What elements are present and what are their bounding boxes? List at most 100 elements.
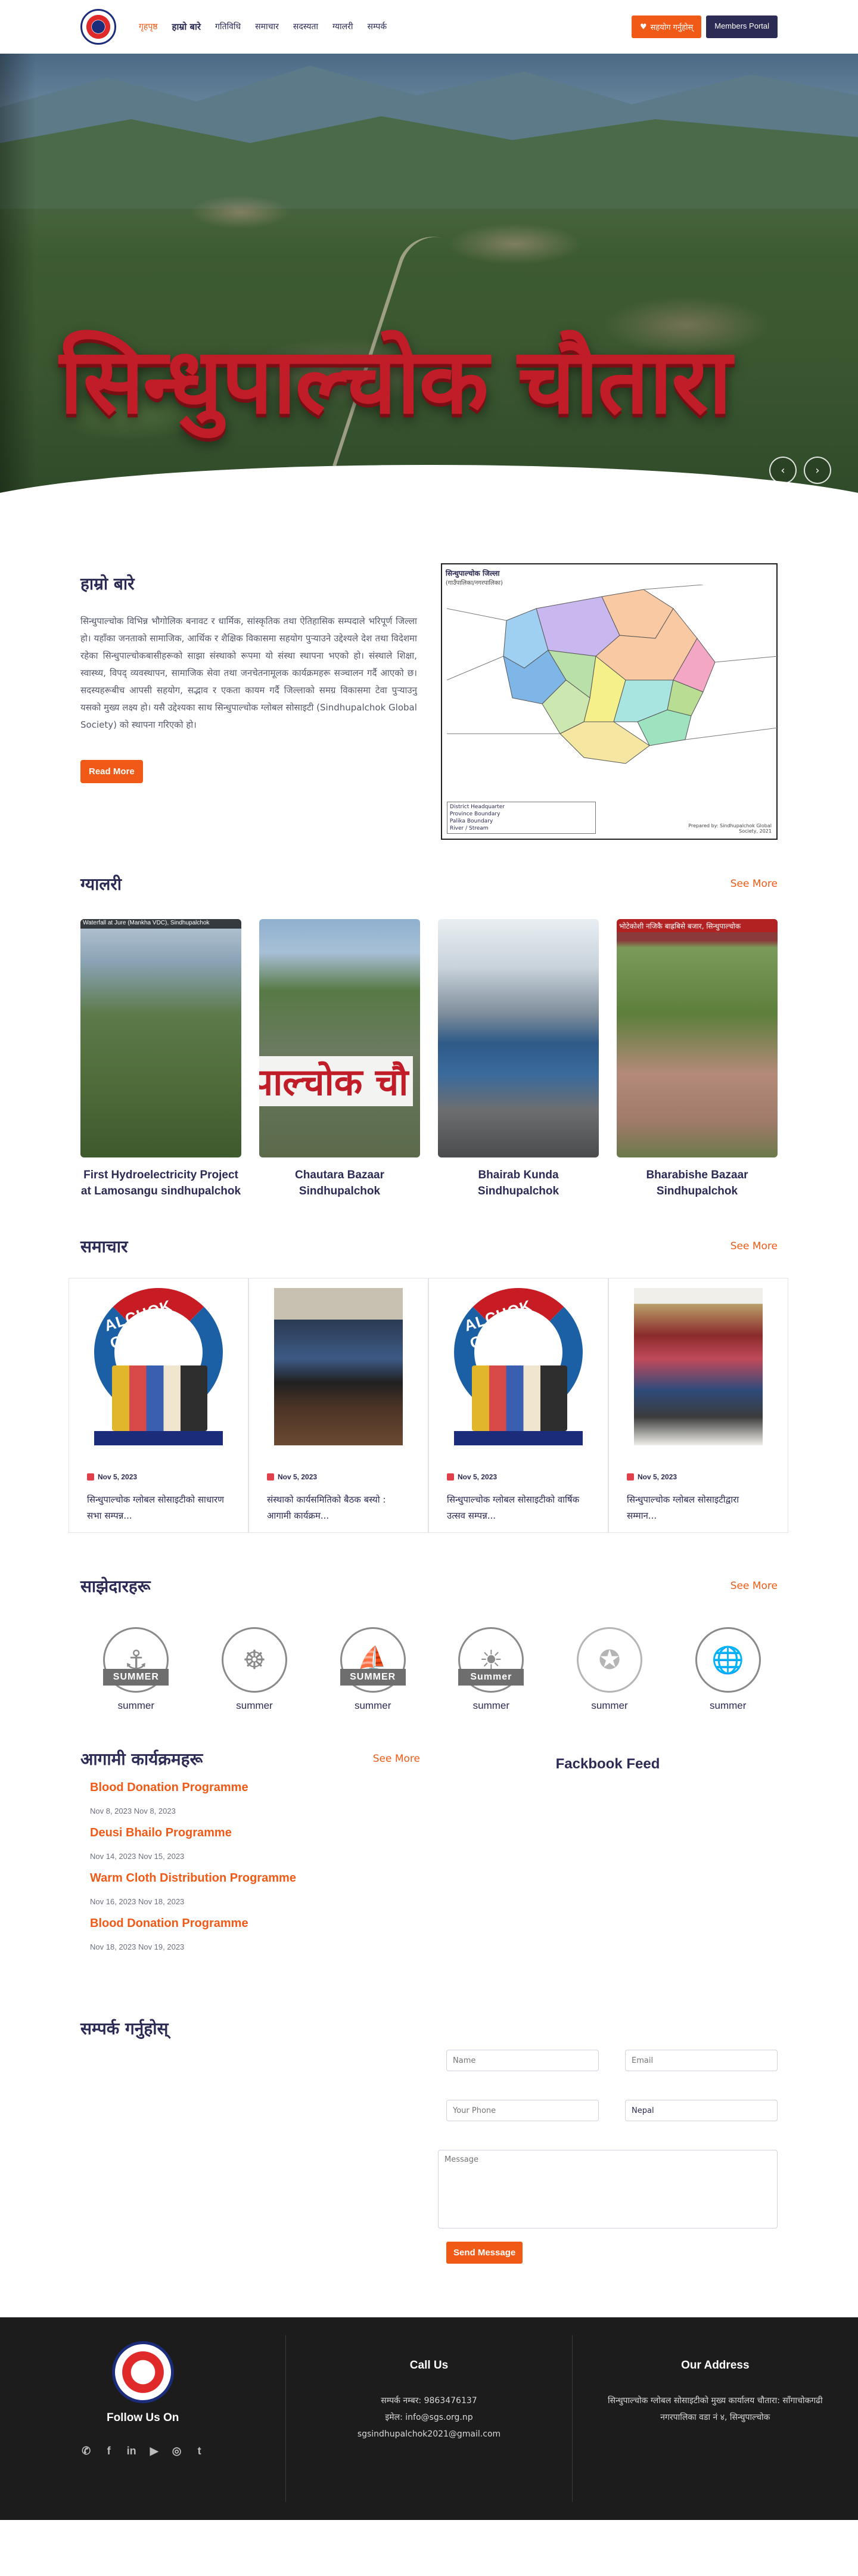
globe-logo-icon[interactable]: 🌐	[689, 1621, 767, 1699]
gallery-image[interactable]: पाल्चोक चौ	[259, 919, 420, 1157]
youtube-icon[interactable]: ▶	[146, 2442, 163, 2459]
partner-item[interactable]: ⛵ SUMMER summer	[323, 1621, 422, 1712]
nav-home[interactable]: गृहपृष्ठ	[139, 21, 158, 33]
event-title[interactable]: Blood Donation Programme	[90, 1781, 438, 1795]
nav-membership[interactable]: सदस्यता	[293, 21, 318, 33]
footer-logo[interactable]	[111, 2341, 174, 2403]
read-more-button[interactable]: Read More	[80, 760, 143, 783]
event-title[interactable]: Deusi Bhailo Programme	[90, 1826, 438, 1840]
event-item[interactable]: Blood Donation Programme Nov 18, 2023 No…	[80, 1917, 438, 1951]
phone-input[interactable]	[446, 2100, 599, 2121]
phone-field-wrap	[446, 2100, 599, 2121]
logo-ribbon: SUMMER	[103, 1669, 169, 1686]
news-header: समाचार See More	[80, 1235, 778, 1258]
nav-about[interactable]: हाम्रो बारे	[172, 21, 201, 33]
news-headline[interactable]: सिन्धुपाल्चोक ग्लोबल सोसाइटीको वार्षिक उ…	[447, 1492, 590, 1524]
gallery-section: ग्यालरी See More Waterfall at Jure (Mank…	[80, 873, 778, 1199]
news-card[interactable]: Nov 5, 2023 सिन्धुपाल्चोक ग्लोबल सोसाइटी…	[608, 1278, 788, 1533]
ship-wheel-logo-icon[interactable]: ☸	[216, 1621, 293, 1699]
image-caption-strip: भोटेकोशी नजिकै बाह्रबिसे बजार, सिन्धुपाल…	[617, 919, 778, 932]
hero-slider: सिन्धुपाल्चोक चौतारा ‹ ›	[0, 54, 858, 507]
site-logo[interactable]	[80, 9, 116, 45]
twitter-icon[interactable]: t	[191, 2442, 208, 2459]
seal-logo-icon[interactable]: ✪	[571, 1621, 648, 1699]
nav-contact[interactable]: सम्पर्क	[368, 21, 387, 33]
partner-label: summer	[591, 1700, 628, 1711]
legend-item: River / Stream	[449, 825, 489, 831]
members-portal-button[interactable]: Members Portal	[706, 15, 778, 38]
map-drawing	[446, 585, 778, 764]
send-message-button[interactable]: Send Message	[446, 2242, 523, 2264]
phone-icon[interactable]: ✆	[78, 2442, 95, 2459]
message-textarea[interactable]	[438, 2150, 778, 2229]
linkedin-icon[interactable]: in	[123, 2442, 140, 2459]
event-title[interactable]: Blood Donation Programme	[90, 1917, 438, 1931]
email-input[interactable]	[625, 2050, 778, 2071]
sun-logo-icon[interactable]: ☀ Summer	[452, 1621, 530, 1699]
logo-circle: ✪	[577, 1627, 643, 1693]
gallery-image[interactable]: भोटेकोशी नजिकै बाह्रबिसे बजार, सिन्धुपाल…	[617, 919, 778, 1157]
gallery-grid: Waterfall at Jure (Mankha VDC), Sindhupa…	[80, 919, 778, 1199]
news-headline[interactable]: सिन्धुपाल्चोक ग्लोबल सोसाइटीद्वारा सम्मा…	[627, 1492, 770, 1524]
news-card[interactable]: ALCHOK GLOBAL Nov 5, 2023 सिन्धुपाल्चोक …	[69, 1278, 248, 1533]
facebook-icon[interactable]: f	[101, 2442, 117, 2459]
map-title: सिन्धुपाल्चोक जिल्ला	[445, 569, 500, 578]
gallery-see-more-link[interactable]: See More	[730, 878, 778, 890]
news-headline[interactable]: सिन्धुपाल्चोक ग्लोबल सोसाइटीको साधारण सभ…	[87, 1492, 230, 1524]
social-links: ✆ f in ▶ ◎ t	[0, 2442, 285, 2459]
gallery-item[interactable]: Bhairab Kunda Sindhupalchok	[438, 919, 599, 1199]
donate-button[interactable]: ♥ सहयोग गर्नुहोस्	[631, 15, 702, 38]
footer-call: Call Us सम्पर्क नम्बर: 9863476137 इमेल: …	[286, 2335, 573, 2502]
calendar-icon	[267, 1473, 274, 1481]
nav-gallery[interactable]: ग्यालरी	[332, 21, 353, 33]
partner-item[interactable]: ☀ Summer summer	[442, 1621, 541, 1712]
partner-item[interactable]: ✪ summer	[560, 1621, 660, 1712]
prev-arrow-icon[interactable]: ‹	[769, 457, 797, 484]
gallery-title: ग्यालरी	[80, 874, 122, 894]
country-input[interactable]	[625, 2100, 778, 2121]
news-image[interactable]: ALCHOK GLOBAL	[454, 1288, 583, 1445]
gallery-item[interactable]: पाल्चोक चौ Chautara Bazaar Sindhupalchok	[259, 919, 420, 1199]
name-input[interactable]	[446, 2050, 599, 2071]
partner-item[interactable]: ☸ summer	[205, 1621, 304, 1712]
banner-bar	[454, 1431, 583, 1445]
contact-form: Send Message	[438, 2017, 778, 2264]
call-line[interactable]: sgsindhupalchok2021@gmail.com	[286, 2426, 571, 2442]
partner-label: summer	[236, 1700, 273, 1711]
partner-item[interactable]: ⚓ SUMMER summer	[86, 1621, 186, 1712]
news-card[interactable]: Nov 5, 2023 संस्थाको कार्यसमितिको बैठक ब…	[248, 1278, 428, 1533]
next-arrow-icon[interactable]: ›	[804, 457, 831, 484]
events-see-more-link[interactable]: See More	[373, 1753, 420, 1765]
instagram-icon[interactable]: ◎	[169, 2442, 185, 2459]
gallery-image[interactable]: Waterfall at Jure (Mankha VDC), Sindhupa…	[80, 919, 241, 1157]
partners-see-more-link[interactable]: See More	[730, 1580, 778, 1592]
news-see-more-link[interactable]: See More	[730, 1240, 778, 1252]
news-card[interactable]: ALCHOK GLOBAL Nov 5, 2023 सिन्धुपाल्चोक …	[428, 1278, 608, 1533]
contact-section: सम्पर्क गर्नुहोस् Send Message	[80, 2017, 778, 2264]
nav-activities[interactable]: गतिविधि	[215, 21, 241, 33]
event-title[interactable]: Warm Cloth Distribution Programme	[90, 1872, 438, 1885]
event-item[interactable]: Deusi Bhailo Programme Nov 14, 2023 Nov …	[80, 1826, 438, 1861]
address-line: नगरपालिका वडा नं ४, सिन्धुपाल्चोक	[660, 2413, 770, 2422]
gallery-item[interactable]: भोटेकोशी नजिकै बाह्रबिसे बजार, सिन्धुपाल…	[617, 919, 778, 1199]
news-image[interactable]	[634, 1288, 763, 1445]
banner-bar	[94, 1431, 223, 1445]
sailboat-logo-icon[interactable]: ⛵ SUMMER	[334, 1621, 412, 1699]
call-line[interactable]: इमेल: info@sgs.org.np	[286, 2409, 571, 2426]
main-nav: गृहपृष्ठ हाम्रो बारे गतिविधि समाचार सदस्…	[139, 21, 387, 33]
calendar-icon	[87, 1473, 94, 1481]
gallery-item[interactable]: Waterfall at Jure (Mankha VDC), Sindhupa…	[80, 919, 241, 1199]
event-item[interactable]: Blood Donation Programme Nov 8, 2023 Nov…	[80, 1781, 438, 1815]
gallery-image[interactable]	[438, 919, 599, 1157]
news-headline[interactable]: संस्थाको कार्यसमितिको बैठक बस्यो : आगामी…	[267, 1492, 410, 1524]
nav-news[interactable]: समाचार	[255, 21, 279, 33]
map-note: Prepared by: Sindhupalchok Global Societ…	[688, 823, 772, 834]
anchor-logo-icon[interactable]: ⚓ SUMMER	[97, 1621, 175, 1699]
news-image[interactable]	[274, 1288, 403, 1445]
about-paragraph: सिन्धुपाल्चोक विभिन्न भौगोलिक बनावट र धा…	[80, 616, 417, 730]
gallery-caption: Bhairab Kunda Sindhupalchok	[477, 1169, 559, 1197]
event-date: Nov 16, 2023 Nov 18, 2023	[90, 1897, 185, 1906]
event-item[interactable]: Warm Cloth Distribution Programme Nov 16…	[80, 1872, 438, 1906]
partner-item[interactable]: 🌐 summer	[678, 1621, 778, 1712]
news-image[interactable]: ALCHOK GLOBAL	[94, 1288, 223, 1445]
